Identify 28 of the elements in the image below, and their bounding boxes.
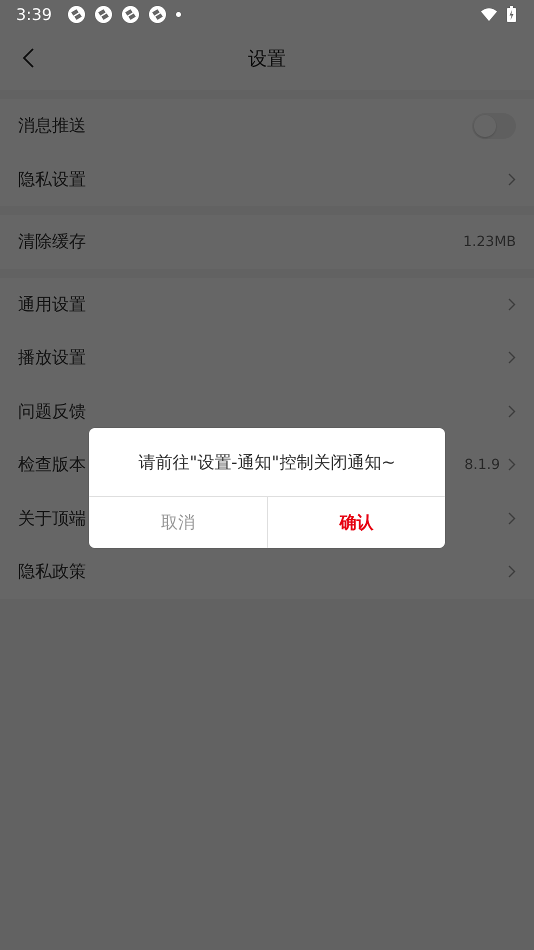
notification-app-icon [122,6,139,22]
setting-label[interactable]: 隐私政策 [18,560,508,584]
setting-label[interactable]: 问题反馈 [18,400,508,423]
more-dot-icon [176,12,181,16]
setting-label[interactable]: 隐私设置 [18,168,508,191]
setting-value: 8.1.9 [464,456,500,473]
chevron-right-icon [508,404,516,418]
chevron-right-icon [508,458,516,472]
status-time: 3:39 [16,4,52,24]
chevron-right-icon [508,565,516,578]
back-icon[interactable] [22,48,34,68]
page-title: 设置 [248,47,286,72]
chevron-right-icon [508,172,516,186]
setting-label[interactable]: 清除缓存 [18,230,464,254]
chevron-right-icon [508,351,516,364]
wifi-icon [481,8,497,20]
dialog-message: 请前往"设置-通知"控制关闭通知~ [138,452,396,474]
notification-app-icon [68,6,85,22]
chevron-right-icon [508,298,516,311]
setting-label[interactable]: 通用设置 [18,292,508,316]
confirm-button[interactable]: 确认 [266,497,445,548]
setting-label[interactable]: 播放设置 [18,346,508,370]
notification-app-icon [94,6,112,22]
cancel-button[interactable]: 取消 [89,497,266,548]
setting-value: 1.23MB [463,234,516,250]
notification-app-icon [148,6,166,22]
setting-label[interactable]: 消息推送 [18,114,472,138]
chevron-right-icon [508,512,516,525]
